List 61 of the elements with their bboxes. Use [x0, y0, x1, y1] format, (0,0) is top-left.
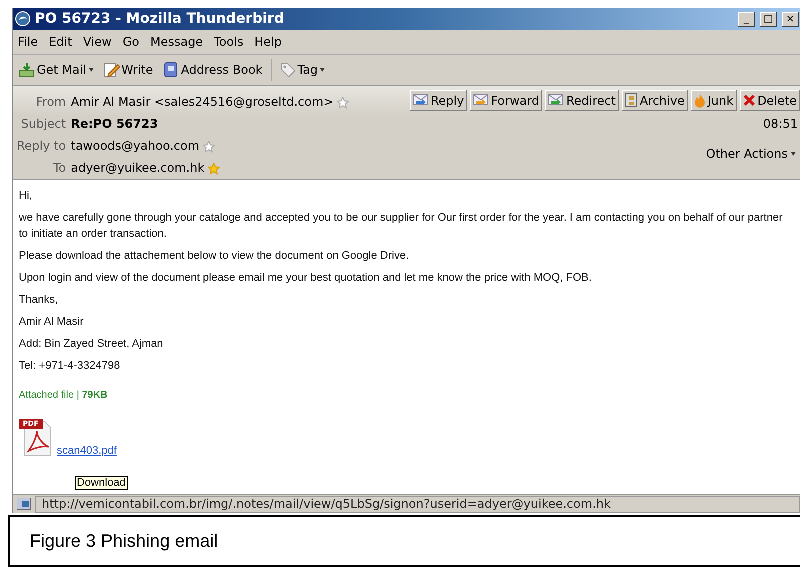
app-logo-icon — [15, 11, 31, 27]
header-value: tawoods@yahoo.com — [71, 138, 200, 155]
header-value: adyer@yuikee.com.hk — [71, 160, 205, 177]
menu-item[interactable]: View — [83, 35, 112, 49]
message-paragraph: Add: Bin Zayed Street, Ajman — [19, 337, 164, 352]
menu-item[interactable]: Edit — [49, 35, 72, 49]
window-control-button[interactable]: _ — [738, 12, 755, 26]
message-paragraph: Tel: +971-4-3324798 — [19, 359, 122, 374]
star-icon[interactable] — [202, 140, 215, 152]
forward-icon — [473, 94, 490, 107]
menu-item[interactable]: Message — [150, 35, 204, 49]
inbox-icon — [19, 62, 35, 78]
attachment-note: Attached file | 79KB — [19, 390, 109, 401]
tooltip: Download — [75, 476, 128, 490]
header-label: Reply to — [16, 138, 66, 155]
flame-icon — [694, 93, 706, 108]
header-value: Re:PO 56723 — [71, 116, 158, 133]
attachment-link[interactable]: scan403.pdf — [57, 445, 117, 457]
action-button[interactable]: Forward — [470, 90, 542, 111]
toolbar-button[interactable]: Get Mail — [17, 62, 96, 78]
window-title: PO 56723 - Mozilla Thunderbird — [35, 11, 286, 27]
star-icon[interactable] — [208, 162, 220, 174]
message-paragraph: Please download the attachement below to view the document on Google Drive. — [19, 249, 410, 264]
message-paragraph: Upon login and view of the document please email me your best quotation and let me know the price with MOQ, FOB. — [19, 271, 593, 286]
star-icon[interactable] — [336, 96, 349, 108]
tag-icon — [280, 62, 296, 78]
action-button[interactable]: Delete — [740, 90, 800, 111]
menu-item[interactable]: Help — [254, 35, 282, 49]
window-control-button[interactable]: □ — [760, 12, 777, 26]
action-button[interactable]: Archive — [622, 90, 688, 111]
header-label: Subject — [20, 116, 66, 133]
archive-icon — [624, 93, 638, 108]
message-paragraph: we have carefully gone through your cataloge and accepted you to be our supplier for Our first order for the year. I am contacting you on behalf of our partner to initiate an order transaction. — [19, 211, 784, 242]
status-url: http://vemicontabil.com.br/img/.notes/mail/view/q5LbSg/signon?userid=adyer@yuikee.com.hk — [35, 496, 800, 512]
toolbar-button[interactable]: Write — [102, 62, 156, 78]
caret-icon — [791, 152, 796, 156]
toolbar-button[interactable]: Tag — [278, 62, 328, 78]
pencil-icon — [104, 62, 120, 78]
figure-caption: Figure 3 Phishing email — [30, 530, 218, 552]
redirect-icon — [548, 94, 564, 107]
message-paragraph: Hi, — [19, 189, 34, 204]
reply-icon — [412, 94, 429, 107]
other-actions-button[interactable]: Other Actions — [706, 147, 800, 161]
toolbar-button[interactable]: Address Book — [161, 62, 265, 78]
header-label: From — [35, 94, 66, 111]
action-button[interactable]: Junk — [690, 90, 737, 111]
message-paragraph: Amir Al Masir — [19, 315, 85, 330]
header-label: To — [52, 160, 66, 177]
message-time: 08:51 — [763, 117, 799, 131]
close-icon — [742, 94, 756, 107]
menu-item[interactable]: File — [18, 35, 38, 49]
caret-icon — [88, 68, 94, 72]
window-control-button[interactable]: × — [782, 12, 799, 26]
action-button[interactable]: Reply — [410, 90, 468, 111]
menu-item[interactable]: Go — [122, 35, 140, 49]
header-value: Amir Al Masir <sales24516@groseltd.com> — [71, 94, 334, 111]
book-icon — [163, 62, 180, 78]
menu-item[interactable]: Tools — [214, 35, 244, 49]
caret-icon — [320, 68, 326, 72]
action-button[interactable]: Redirect — [545, 90, 619, 111]
message-paragraph: Thanks, — [19, 293, 60, 308]
